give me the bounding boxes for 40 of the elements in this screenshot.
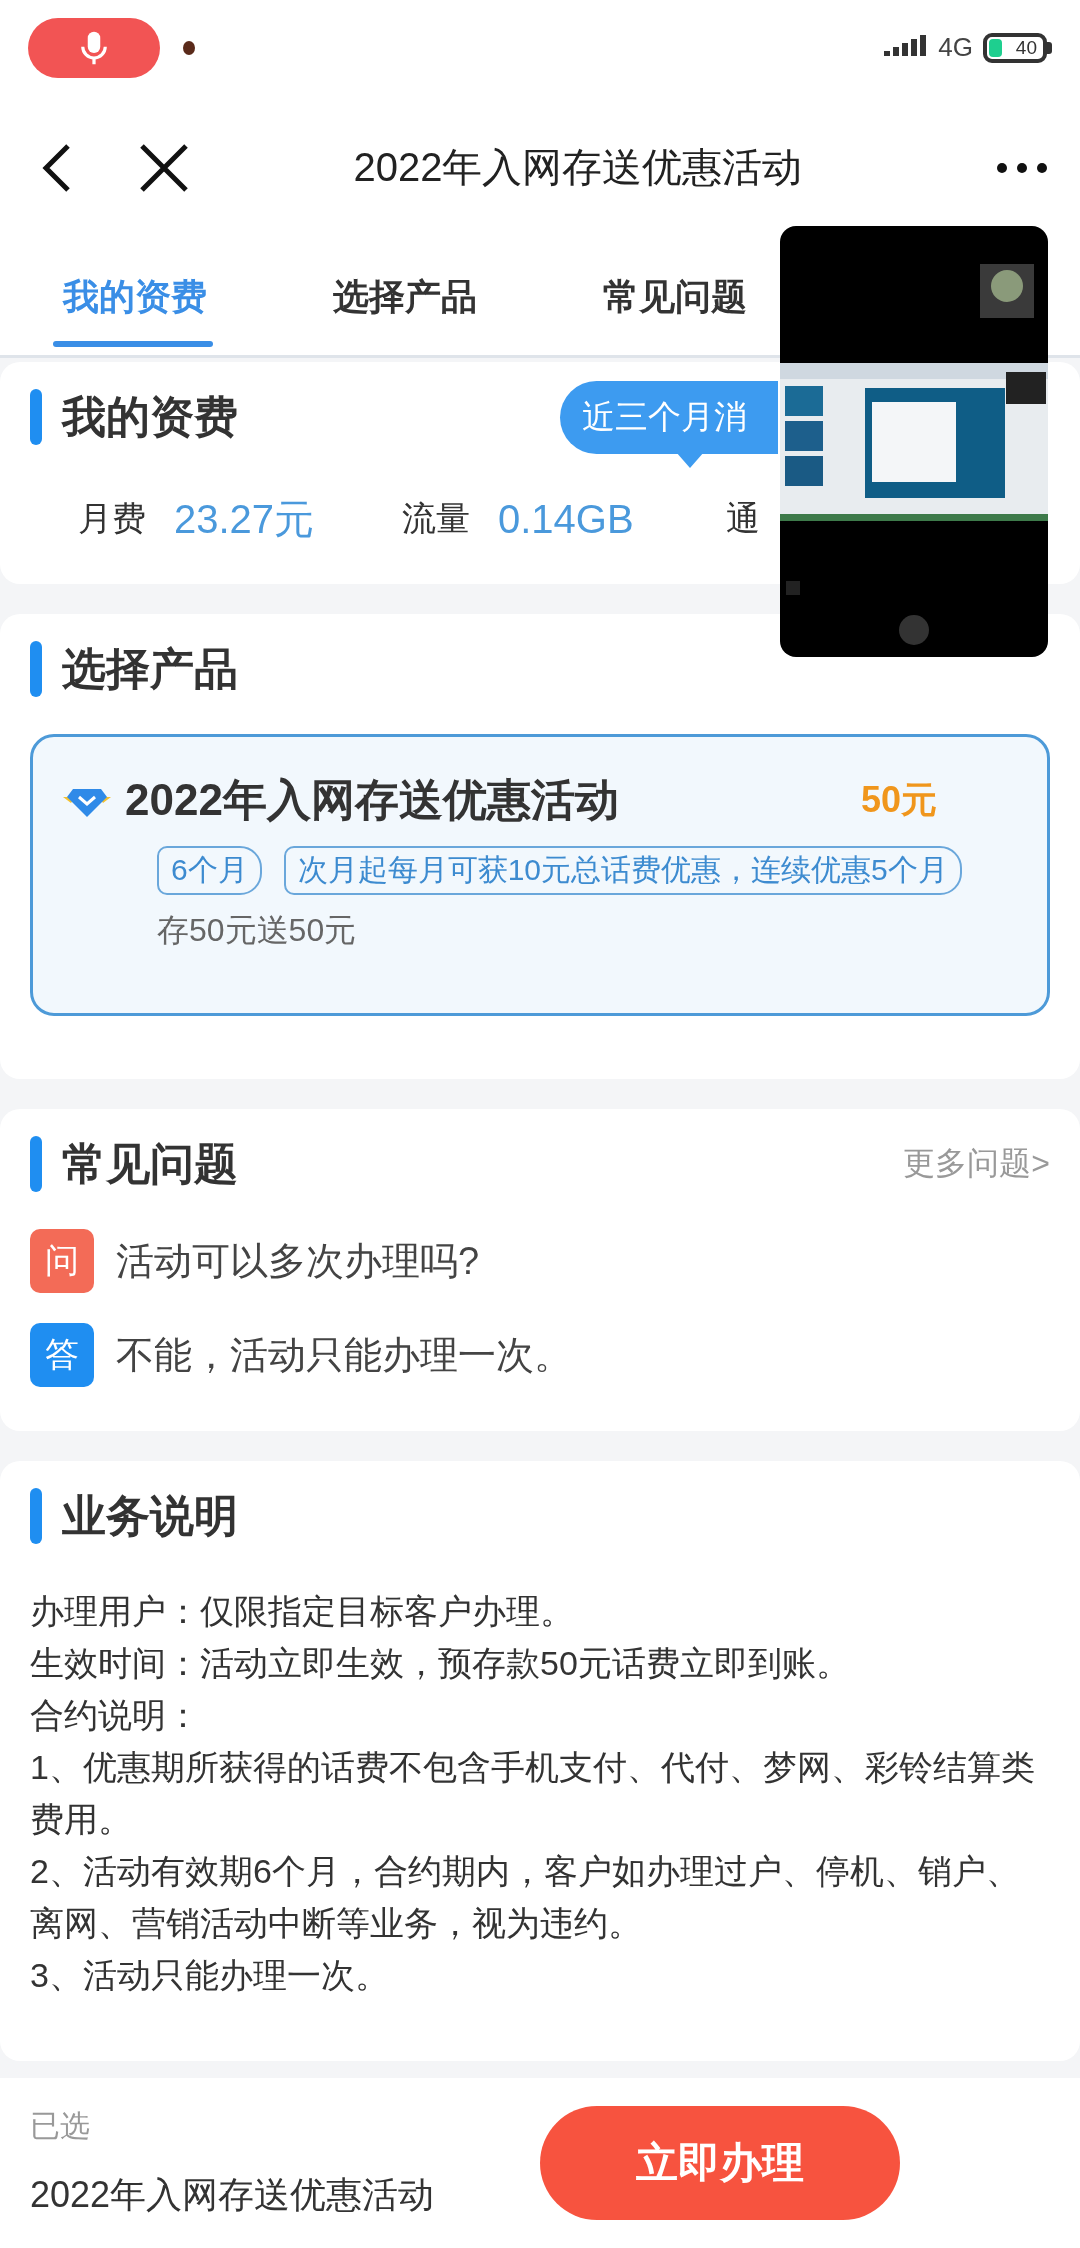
section-title: 业务说明 bbox=[62, 1489, 238, 1542]
question-text: 活动可以多次办理吗? bbox=[116, 1238, 480, 1284]
product-card[interactable]: 2022年入网存送优惠活动 50元 6个月 次月起每月可获10元总话费优惠，连续优惠5个月 存50元送50元 bbox=[30, 734, 1050, 1016]
apply-button[interactable]: 立即办理 bbox=[540, 2106, 900, 2220]
section-marker bbox=[30, 389, 42, 445]
tab[interactable]: 选择产品 bbox=[305, 240, 505, 355]
tab[interactable]: 常见问题 bbox=[575, 240, 775, 355]
product-price: 50元 bbox=[860, 778, 937, 822]
description-text: 生效时间：活动立即生效，预存款50元话费立即到账。 bbox=[30, 1643, 851, 1684]
section-marker bbox=[30, 1488, 42, 1544]
tag: 次月起每月可获10元总话费优惠，连续优惠5个月 bbox=[283, 846, 962, 895]
stat-value: 23.27元 bbox=[174, 495, 315, 543]
description-text: 办理用户：仅限指定目标客户办理。 bbox=[30, 1591, 575, 1632]
description-text: 1、优惠期所获得的话费不包含手机支付、代付、梦网、彩铃结算类费用。 bbox=[30, 1747, 1036, 1840]
description-text: 合约说明： bbox=[30, 1695, 201, 1736]
section-title: 选择产品 bbox=[62, 642, 238, 695]
product-name: 2022年入网存送优惠活动 bbox=[125, 774, 619, 826]
description-text: 2、活动有效期6个月，合约期内，客户如办理过户、停机、销户、离网、营销活动中断等业务，视为违约。 bbox=[30, 1851, 1021, 1944]
tag: 6个月 bbox=[157, 846, 262, 895]
answer-text: 不能，活动只能办理一次。 bbox=[116, 1332, 572, 1378]
section-title: 常见问题 bbox=[62, 1137, 238, 1190]
answer-badge: 答 bbox=[30, 1323, 94, 1387]
tab[interactable]: 我的资费 bbox=[35, 240, 235, 355]
stat-value: 0.14GB bbox=[498, 496, 634, 542]
stat-label: 月费 bbox=[78, 498, 146, 539]
more-link[interactable]: 更多问题> bbox=[903, 1142, 1050, 1186]
section-title: 我的资费 bbox=[62, 390, 238, 443]
description-text: 3、活动只能办理一次。 bbox=[30, 1955, 390, 1996]
section-marker bbox=[30, 641, 42, 697]
section-marker bbox=[30, 1136, 42, 1192]
recording-icon bbox=[182, 39, 196, 56]
product-description: 存50元送50元 bbox=[157, 911, 358, 950]
tooltip-pointer bbox=[676, 451, 704, 468]
network-type: 4G bbox=[938, 32, 973, 63]
stat-label: 通 bbox=[726, 498, 760, 539]
selected-product: 2022年入网存送优惠活动 bbox=[30, 2173, 435, 2217]
selected-label: 已选 bbox=[30, 2108, 91, 2144]
stat-label: 流量 bbox=[402, 498, 470, 539]
question-badge: 问 bbox=[30, 1229, 94, 1293]
page-title: 2022年入网存送优惠活动 bbox=[352, 144, 804, 191]
